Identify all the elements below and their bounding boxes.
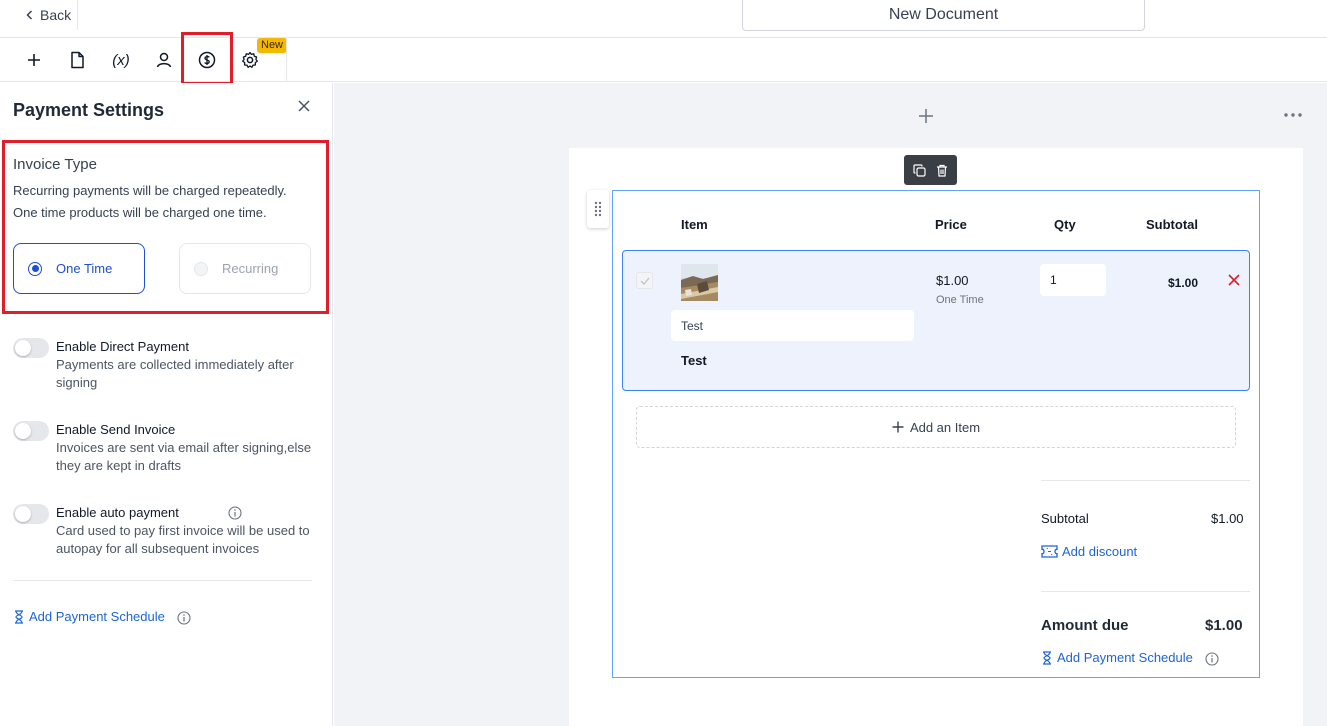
chevron-left-icon: [24, 9, 36, 21]
header-qty: Qty: [1054, 217, 1076, 232]
subtotal-value: $1.00: [1211, 511, 1244, 526]
auto-payment-toggle[interactable]: [13, 504, 49, 524]
trash-icon[interactable]: [934, 162, 950, 178]
amount-due-label: Amount due: [1041, 617, 1129, 634]
summary-divider: [1041, 480, 1250, 481]
subtotal-label: Subtotal: [1041, 511, 1089, 526]
invoice-type-desc-2: One time products will be charged one ti…: [13, 205, 267, 220]
radio-selected-icon: [28, 261, 42, 276]
one-time-label: One Time: [56, 261, 113, 276]
row-subtotal: $1.00: [1168, 276, 1199, 290]
variables-icon[interactable]: (x): [101, 40, 141, 80]
radio-unselected-icon: [194, 261, 208, 276]
document-title[interactable]: New Document: [742, 0, 1145, 31]
direct-payment-title: Enable Direct Payment: [56, 339, 189, 354]
item-name[interactable]: Test: [681, 353, 707, 368]
user-icon[interactable]: [144, 40, 184, 80]
direct-payment-desc: Payments are collected immediately after…: [56, 357, 294, 390]
add-payment-schedule-link[interactable]: Add Payment Schedule: [1041, 650, 1193, 665]
hourglass-icon: [1041, 650, 1053, 665]
row-checkbox[interactable]: [636, 272, 653, 289]
recurring-option[interactable]: Recurring: [179, 243, 311, 294]
item-frequency: One Time: [936, 294, 984, 306]
one-time-option[interactable]: One Time: [13, 243, 145, 294]
document-icon[interactable]: [57, 40, 97, 80]
item-price[interactable]: $1.00: [936, 273, 969, 288]
plus-icon: [892, 421, 904, 433]
send-invoice-title: Enable Send Invoice: [56, 422, 176, 437]
header-item: Item: [681, 217, 708, 232]
invoice-type-desc-1: Recurring payments will be charged repea…: [13, 183, 287, 198]
info-icon[interactable]: [228, 506, 242, 520]
add-discount-link[interactable]: Add discount: [1041, 544, 1137, 559]
auto-payment-title: Enable auto payment: [56, 505, 179, 520]
item-description-input[interactable]: Test: [671, 310, 914, 341]
back-label: Back: [40, 7, 72, 23]
back-button[interactable]: Back: [0, 0, 78, 30]
info-icon[interactable]: [177, 611, 191, 625]
send-invoice-toggle[interactable]: [13, 421, 49, 441]
toolbar-divider: [286, 38, 287, 82]
close-icon[interactable]: [294, 96, 314, 116]
panel-title: Payment Settings: [13, 100, 165, 120]
quantity-input[interactable]: 1: [1040, 264, 1106, 296]
add-item-button[interactable]: Add an Item: [636, 406, 1236, 448]
more-options-icon[interactable]: [1280, 104, 1306, 126]
summary-divider: [1041, 591, 1250, 592]
add-discount-label: Add discount: [1062, 544, 1138, 559]
new-badge: New: [257, 38, 288, 53]
product-thumbnail[interactable]: [681, 264, 718, 301]
header-subtotal: Subtotal: [1146, 217, 1198, 232]
add-item-label: Add an Item: [909, 419, 981, 435]
info-icon[interactable]: [1205, 652, 1219, 666]
add-payment-schedule-link[interactable]: Add Payment Schedule: [13, 609, 165, 624]
ticket-icon: [1041, 545, 1058, 558]
duplicate-icon[interactable]: [912, 162, 928, 178]
amount-due-value: $1.00: [1205, 617, 1243, 634]
recurring-label: Recurring: [222, 261, 279, 276]
delete-row-icon[interactable]: [1226, 272, 1242, 288]
active-tool-highlight: [181, 32, 233, 85]
invoice-type-title: Invoice Type: [13, 156, 97, 173]
plus-icon[interactable]: [14, 40, 54, 80]
direct-payment-toggle[interactable]: [13, 338, 49, 358]
header-price: Price: [935, 217, 967, 232]
drag-handle-icon[interactable]: [587, 190, 609, 228]
send-invoice-desc: Invoices are sent via email after signin…: [56, 440, 312, 473]
add-payment-schedule-label: Add Payment Schedule: [1057, 650, 1193, 665]
hourglass-icon: [13, 609, 25, 624]
panel-divider: [13, 580, 312, 581]
block-toolbar: [904, 155, 957, 185]
add-block-icon[interactable]: [914, 104, 938, 128]
add-payment-schedule-label: Add Payment Schedule: [29, 609, 165, 624]
auto-payment-desc: Card used to pay first invoice will be u…: [56, 523, 310, 556]
